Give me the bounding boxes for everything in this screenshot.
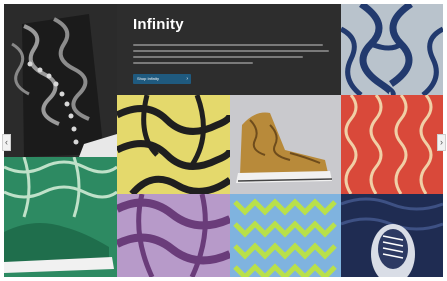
shop-infinity-button[interactable]: Shop Infinity › (133, 74, 191, 84)
chevron-right-icon: › (440, 137, 443, 147)
zigzag-pattern-image (230, 194, 341, 277)
navy-sneaker-image (341, 194, 443, 277)
chevron-right-icon: › (186, 76, 188, 82)
collection-banner: Infinity Shop Infinity › (117, 4, 341, 95)
sneaker-tile-green[interactable] (4, 157, 117, 277)
sneaker-tile-navy[interactable] (341, 194, 443, 277)
collection-title: Infinity (133, 16, 184, 33)
description-line (133, 50, 329, 52)
hero-shoe-tile[interactable] (4, 4, 117, 157)
gold-sneaker-image (230, 95, 341, 194)
sneaker-tile-gold[interactable] (230, 95, 341, 194)
knot-pattern-image (117, 95, 230, 194)
green-sneaker-image (4, 157, 117, 277)
description-line (133, 44, 323, 46)
description-line (133, 62, 253, 64)
pattern-tile-purple[interactable] (117, 194, 230, 277)
pattern-tile-blue[interactable] (341, 4, 443, 95)
knot-pattern-image (341, 4, 443, 95)
carousel-next-button[interactable]: › (437, 134, 446, 151)
pattern-tile-lime[interactable] (230, 194, 341, 277)
description-line (133, 56, 303, 58)
collection-description (133, 44, 329, 64)
high-top-sneaker-image (4, 4, 117, 157)
chain-pattern-image (341, 95, 443, 194)
knot-pattern-image (117, 194, 230, 277)
gallery-grid: Infinity Shop Infinity › (4, 4, 443, 277)
shop-button-label: Shop Infinity (137, 76, 160, 81)
chevron-left-icon: ‹ (5, 137, 8, 147)
pattern-tile-yellow[interactable] (117, 95, 230, 194)
pattern-tile-red[interactable] (341, 95, 443, 194)
carousel-prev-button[interactable]: ‹ (2, 134, 11, 151)
